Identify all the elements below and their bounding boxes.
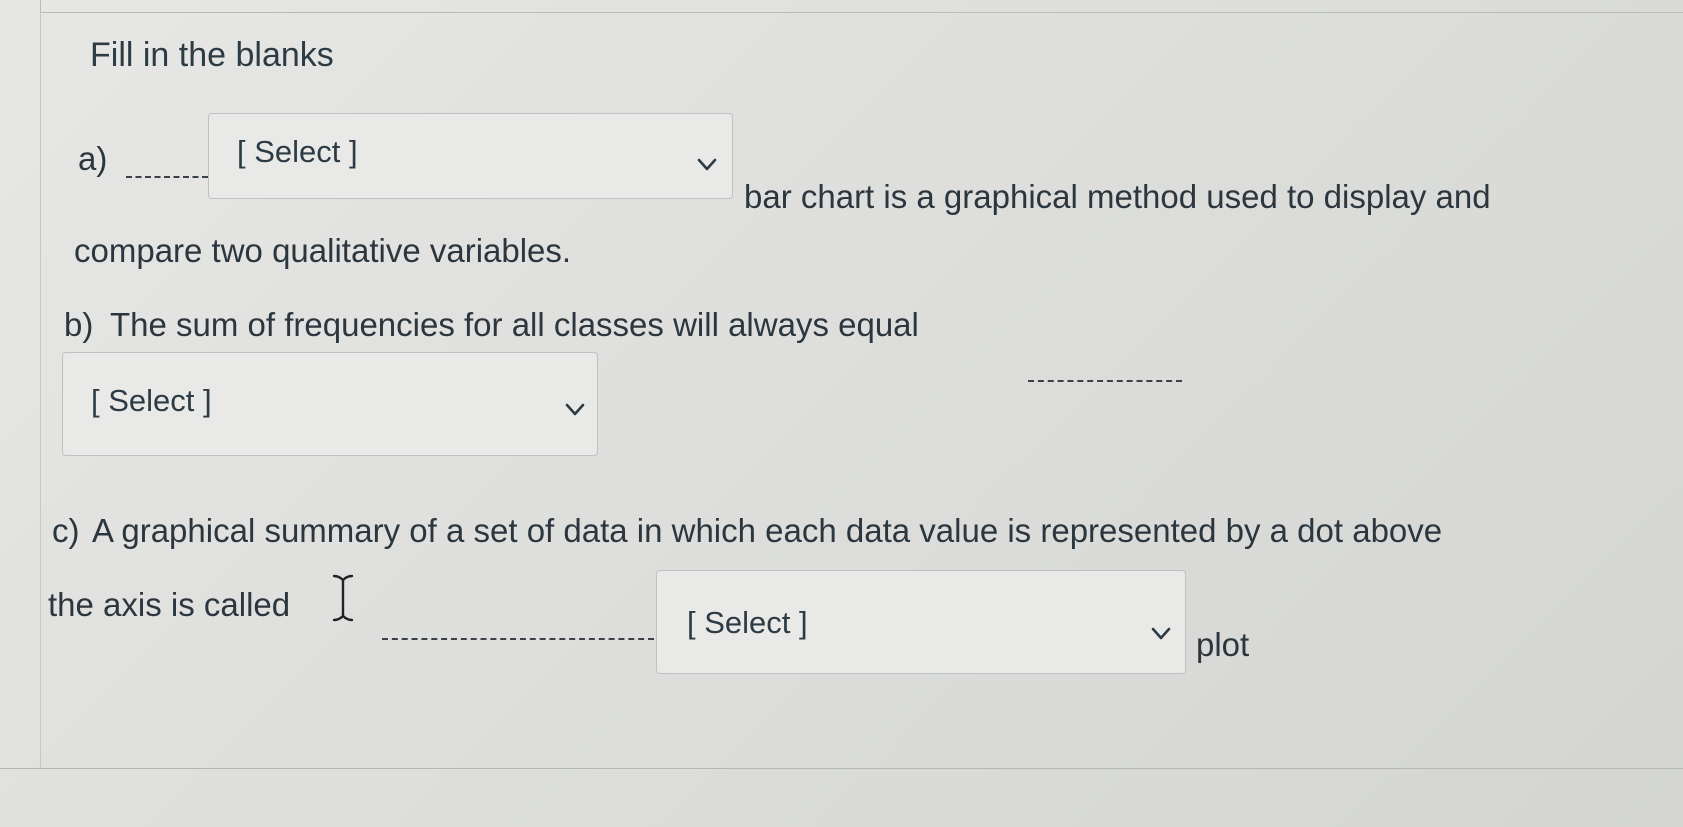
frame-left-border: [40, 12, 41, 768]
question-a-select-value: [ Select ]: [237, 134, 358, 169]
question-a-label: a): [78, 140, 108, 177]
question-c-text-line1: A graphical summary of a set of data in …: [92, 512, 1443, 549]
question-b-blank: [1028, 380, 1182, 382]
text-cursor-icon: [332, 574, 354, 622]
chevron-down-icon: [565, 403, 585, 416]
top-border: [40, 0, 1683, 13]
quiz-page: Fill in the blanks a) [ Select ] bar cha…: [0, 0, 1683, 827]
question-c-select[interactable]: [ Select ]: [656, 570, 1186, 674]
question-c-select-value: [ Select ]: [687, 605, 808, 640]
question-b-select[interactable]: [ Select ]: [62, 352, 598, 456]
chevron-down-icon: [1151, 627, 1171, 640]
question-c-blank: [382, 638, 654, 640]
question-b-label: b): [64, 306, 94, 343]
question-c-text-line2: the axis is called: [48, 586, 291, 623]
question-c-text-after: plot: [1196, 626, 1250, 663]
question-a-text: bar chart is a graphical method used to …: [744, 178, 1491, 215]
question-title: Fill in the blanks: [90, 36, 334, 74]
question-a-text-continued: compare two qualitative variables.: [74, 232, 572, 269]
question-a-select[interactable]: [ Select ]: [208, 113, 733, 199]
question-c-label: c): [52, 512, 80, 549]
chevron-down-icon: [697, 158, 717, 171]
question-b-select-value: [ Select ]: [91, 383, 212, 418]
question-b-text: The sum of frequencies for all classes w…: [110, 306, 919, 343]
bottom-divider: [0, 768, 1683, 769]
question-a-blank: [126, 176, 208, 178]
